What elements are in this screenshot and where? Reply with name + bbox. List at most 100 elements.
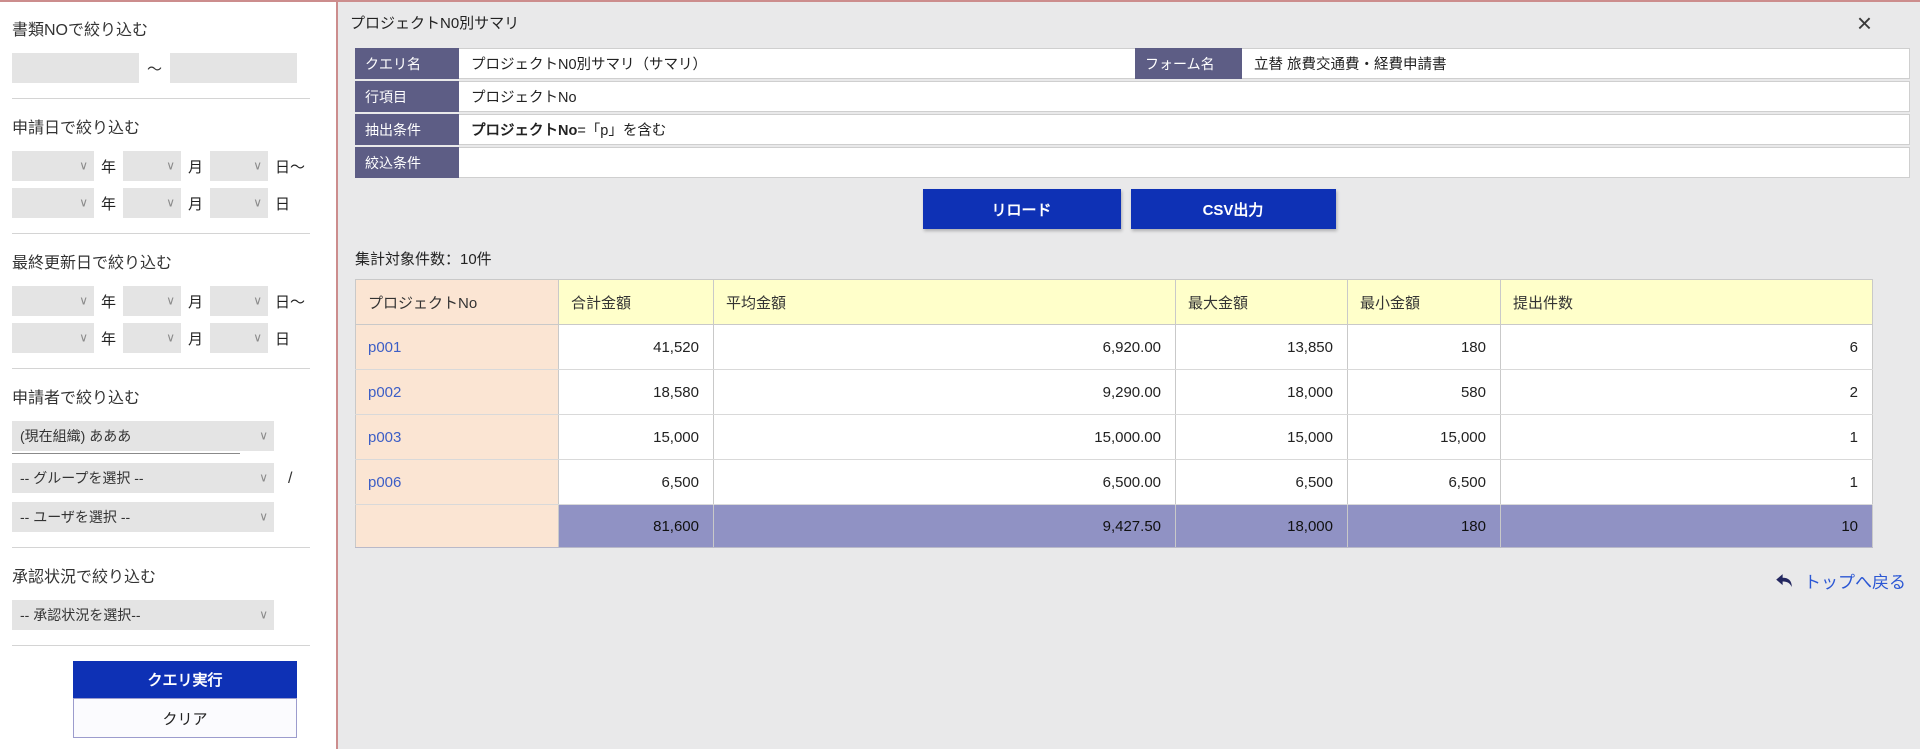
sidebar-buttons: クエリ実行 クリア — [73, 661, 297, 738]
max-cell: 13,850 — [1176, 325, 1348, 370]
divider — [12, 368, 310, 369]
group-select[interactable]: -- グループを選択 -- ∨ — [12, 463, 274, 493]
organization-select-value: (現在組織) あああ — [20, 426, 131, 446]
divider — [12, 98, 310, 99]
day-to-label: 日 — [275, 328, 290, 349]
month-label: 月 — [188, 156, 203, 177]
approval-status-select[interactable]: -- 承認状況を選択-- ∨ — [12, 600, 274, 630]
year-label: 年 — [101, 156, 116, 177]
reload-button[interactable]: リロード — [923, 189, 1121, 229]
count-cell: 2 — [1501, 370, 1873, 415]
apply-date-from-year-select[interactable]: ∨ — [12, 151, 94, 181]
back-to-top-row: トップへ戻る — [338, 568, 1906, 593]
group-select-value: -- グループを選択 -- — [20, 468, 144, 488]
apply-date-from-day-select[interactable]: ∨ — [210, 151, 268, 181]
column-header-average: 平均金額 — [714, 280, 1176, 325]
panel-titlebar: プロジェクトN0別サマリ — [338, 2, 1920, 46]
total-cell: 6,500 — [559, 460, 714, 505]
filter-sidebar: 書類NOで絞り込む ～ 申請日で絞り込む ∨ 年 ∨ 月 ∨ 日～ ∨ 年 ∨ … — [0, 2, 336, 749]
summary-table: プロジェクトNo 合計金額 平均金額 最大金額 最小金額 提出件数 p001 4… — [355, 279, 1873, 548]
chevron-down-icon: ∨ — [253, 158, 262, 172]
row-item-value: プロジェクトNo — [459, 81, 1910, 112]
organization-select[interactable]: (現在組織) あああ ∨ — [12, 421, 274, 451]
table-row: p001 41,520 6,920.00 13,850 180 6 — [356, 325, 1873, 370]
apply-date-to-month-select[interactable]: ∨ — [123, 188, 181, 218]
csv-export-button[interactable]: CSV出力 — [1131, 189, 1336, 229]
run-query-button[interactable]: クエリ実行 — [73, 661, 297, 698]
chevron-down-icon: ∨ — [79, 195, 88, 209]
divider — [12, 645, 310, 646]
total-row-project-cell — [356, 505, 559, 548]
update-date-from-day-select[interactable]: ∨ — [210, 286, 268, 316]
day-to-label: 日 — [275, 193, 290, 214]
clear-button[interactable]: クリア — [73, 698, 297, 738]
extract-cond: =「p」を含む — [577, 119, 666, 140]
total-cell: 41,520 — [559, 325, 714, 370]
doc-no-filter-title: 書類NOで絞り込む — [12, 16, 336, 40]
count-cell: 6 — [1501, 325, 1873, 370]
doc-no-range: ～ — [12, 53, 336, 83]
narrow-condition-row: 絞込条件 — [355, 147, 1910, 178]
project-link[interactable]: p001 — [368, 339, 401, 356]
project-link[interactable]: p003 — [368, 429, 401, 446]
month-label: 月 — [188, 328, 203, 349]
total-row-total-cell: 81,600 — [559, 505, 714, 548]
project-cell: p001 — [356, 325, 559, 370]
column-header-min: 最小金額 — [1348, 280, 1501, 325]
column-header-total: 合計金額 — [559, 280, 714, 325]
max-cell: 18,000 — [1176, 370, 1348, 415]
update-date-from-month-select[interactable]: ∨ — [123, 286, 181, 316]
user-select[interactable]: -- ユーザを選択 -- ∨ — [12, 502, 274, 532]
update-date-to-year-select[interactable]: ∨ — [12, 323, 94, 353]
project-cell: p003 — [356, 415, 559, 460]
year-label: 年 — [101, 328, 116, 349]
divider — [12, 547, 310, 548]
table-header-row: プロジェクトNo 合計金額 平均金額 最大金額 最小金額 提出件数 — [356, 280, 1873, 325]
divider — [12, 453, 240, 454]
project-cell: p006 — [356, 460, 559, 505]
apply-date-to-day-select[interactable]: ∨ — [210, 188, 268, 218]
chevron-down-icon: ∨ — [79, 330, 88, 344]
query-name-label: クエリ名 — [355, 48, 459, 79]
average-cell: 6,500.00 — [714, 460, 1176, 505]
extract-condition-label: 抽出条件 — [355, 114, 459, 145]
doc-no-to-input[interactable] — [170, 53, 297, 83]
day-from-label: 日～ — [275, 291, 305, 312]
project-link[interactable]: p002 — [368, 384, 401, 401]
query-name-value: プロジェクトN0別サマリ（サマリ） — [459, 48, 1135, 79]
close-icon[interactable]: × — [1857, 10, 1872, 36]
doc-no-from-input[interactable] — [12, 53, 139, 83]
range-tilde: ～ — [147, 58, 162, 79]
count-cell: 1 — [1501, 415, 1873, 460]
chevron-down-icon: ∨ — [166, 158, 175, 172]
apply-date-filter-title: 申請日で絞り込む — [12, 114, 336, 138]
chevron-down-icon: ∨ — [166, 195, 175, 209]
extract-condition-value: プロジェクトNo=「p」を含む — [459, 114, 1910, 145]
apply-date-from-month-select[interactable]: ∨ — [123, 151, 181, 181]
divider — [12, 233, 310, 234]
day-from-label: 日～ — [275, 156, 305, 177]
min-cell: 15,000 — [1348, 415, 1501, 460]
apply-date-to-year-select[interactable]: ∨ — [12, 188, 94, 218]
query-name-row: クエリ名 プロジェクトN0別サマリ（サマリ） フォーム名 立替 旅費交通費・経費… — [355, 48, 1910, 79]
chevron-down-icon: ∨ — [259, 428, 268, 442]
chevron-down-icon: ∨ — [79, 293, 88, 307]
update-date-from-year-select[interactable]: ∨ — [12, 286, 94, 316]
min-cell: 6,500 — [1348, 460, 1501, 505]
user-select-value: -- ユーザを選択 -- — [20, 507, 130, 527]
table-row: p006 6,500 6,500.00 6,500 6,500 1 — [356, 460, 1873, 505]
group-select-row: -- グループを選択 -- ∨ / — [12, 463, 336, 495]
chevron-down-icon: ∨ — [166, 330, 175, 344]
project-link[interactable]: p006 — [368, 474, 401, 491]
table-row: p002 18,580 9,290.00 18,000 580 2 — [356, 370, 1873, 415]
query-meta-table: クエリ名 プロジェクトN0別サマリ（サマリ） フォーム名 立替 旅費交通費・経費… — [355, 48, 1910, 178]
average-cell: 9,290.00 — [714, 370, 1176, 415]
total-cell: 15,000 — [559, 415, 714, 460]
update-date-to-month-select[interactable]: ∨ — [123, 323, 181, 353]
back-to-top-link[interactable]: トップへ戻る — [1804, 568, 1906, 593]
chevron-down-icon: ∨ — [259, 470, 268, 484]
total-cell: 18,580 — [559, 370, 714, 415]
page: 書類NOで絞り込む ～ 申請日で絞り込む ∨ 年 ∨ 月 ∨ 日～ ∨ 年 ∨ … — [0, 0, 1920, 749]
summary-panel: プロジェクトN0別サマリ × クエリ名 プロジェクトN0別サマリ（サマリ） フォ… — [336, 2, 1920, 749]
update-date-to-day-select[interactable]: ∨ — [210, 323, 268, 353]
